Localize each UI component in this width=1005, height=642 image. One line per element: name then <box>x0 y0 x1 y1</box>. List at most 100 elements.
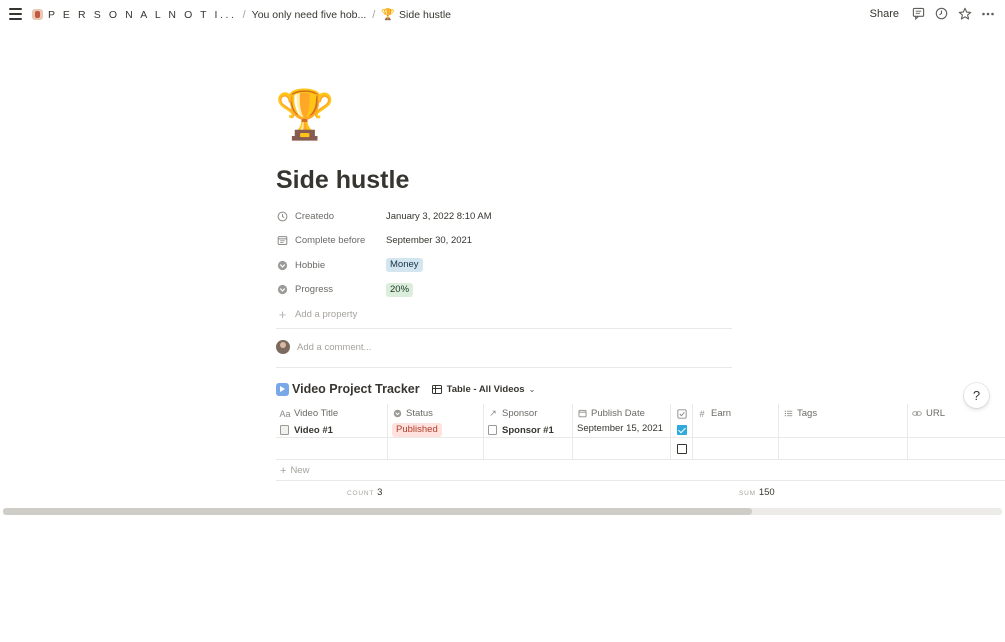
more-icon[interactable] <box>980 6 995 21</box>
property-progress[interactable]: Progress 20% <box>276 278 732 303</box>
top-actions: Share <box>870 6 995 21</box>
database-title[interactable]: Video Project Tracker <box>292 382 420 396</box>
cell-publish-date[interactable]: September 15, 2021 <box>577 423 663 437</box>
property-name-label: Createdo <box>295 210 335 222</box>
view-switcher[interactable]: Table - All Videos ⌄ <box>431 383 535 395</box>
page-icon <box>488 425 497 436</box>
count-calculation[interactable]: COUNT 3 <box>347 487 382 498</box>
breadcrumb-separator: / <box>372 8 376 21</box>
page-title[interactable]: Side hustle <box>276 166 409 195</box>
clock-icon <box>276 210 289 223</box>
table-icon <box>431 384 442 394</box>
number-icon: # <box>699 408 705 419</box>
breadcrumb-current[interactable]: 🏆 Side hustle <box>381 8 451 22</box>
trophy-icon: 🏆 <box>381 9 396 21</box>
comment-placeholder: Add a comment... <box>297 341 372 353</box>
column-label: URL <box>926 408 946 420</box>
horizontal-scrollbar[interactable] <box>3 508 1002 515</box>
share-button[interactable]: Share <box>870 8 899 20</box>
help-button[interactable]: ? <box>964 383 989 408</box>
column-label: Status <box>406 408 433 419</box>
column-video-title[interactable]: Aa Video Title Video #1 <box>276 404 388 437</box>
clock-icon[interactable] <box>934 6 949 21</box>
property-createdo[interactable]: Createdo January 3, 2022 8:10 AM <box>276 204 732 229</box>
cell-tags[interactable] <box>779 438 908 459</box>
breadcrumb-parent[interactable]: You only need five hob... <box>252 9 367 21</box>
relation-arrow-icon: ↗ <box>489 408 497 419</box>
divider <box>276 367 732 368</box>
property-tag[interactable]: Money <box>386 258 423 273</box>
menu-icon[interactable] <box>9 8 22 20</box>
column-header: Publish Date <box>577 404 645 423</box>
column-label: Tags <box>797 408 818 420</box>
cell-title[interactable] <box>276 438 388 459</box>
plus-icon: + <box>280 464 287 477</box>
row-checkbox[interactable] <box>676 425 687 436</box>
table-header-row: Aa Video Title Video #1 Status Published… <box>276 404 1005 438</box>
breadcrumb-workspace[interactable]: P E R S O N A L N O T I... <box>32 9 237 21</box>
cell-title[interactable]: Video #1 <box>280 423 333 437</box>
count-value: 3 <box>377 487 383 498</box>
page-icon <box>280 425 289 436</box>
comment-input[interactable]: Add a comment... <box>276 340 371 354</box>
select-icon <box>392 409 402 418</box>
property-complete-before[interactable]: Complete before September 30, 2021 <box>276 229 732 254</box>
property-value[interactable]: January 3, 2022 8:10 AM <box>386 211 492 222</box>
plus-icon: + <box>278 306 287 322</box>
column-url[interactable]: URL <box>908 404 1005 437</box>
column-header: Status <box>392 404 433 423</box>
sponsor-link: Sponsor #1 <box>502 424 554 436</box>
property-name: Complete before <box>276 234 386 247</box>
sum-calculation[interactable]: SUM 150 <box>739 487 775 498</box>
cell-url[interactable] <box>908 438 1005 459</box>
page-icon[interactable]: 🏆 <box>275 88 335 144</box>
link-icon <box>912 409 922 418</box>
video-icon <box>276 382 289 396</box>
new-row-button[interactable]: + New <box>276 461 1005 481</box>
comment-icon[interactable] <box>911 6 926 21</box>
cell-status[interactable] <box>388 438 484 459</box>
cell-sponsor[interactable] <box>484 438 573 459</box>
property-tag[interactable]: 20% <box>386 282 414 297</box>
column-header: Aa Video Title <box>279 404 339 423</box>
properties: Createdo January 3, 2022 8:10 AM Complet… <box>276 204 732 326</box>
add-property-button[interactable]: + Add a property <box>276 302 732 326</box>
column-sponsor[interactable]: ↗ Sponsor Sponsor #1 <box>484 404 573 437</box>
status-badge: Published <box>392 423 442 437</box>
column-status[interactable]: Status Published <box>388 404 484 437</box>
column-header: URL <box>912 404 945 423</box>
cell-checkbox[interactable] <box>676 423 687 437</box>
column-label: Sponsor <box>502 408 538 420</box>
property-value[interactable]: September 30, 2021 <box>386 235 472 246</box>
count-label: COUNT <box>347 490 375 497</box>
title-icon: Aa <box>279 408 291 419</box>
column-checkbox[interactable] <box>671 404 693 437</box>
row-checkbox[interactable] <box>676 443 687 454</box>
cell-sponsor[interactable]: Sponsor #1 <box>488 423 554 437</box>
column-earn[interactable]: # Earn <box>693 404 779 437</box>
column-tags[interactable]: Tags <box>779 404 908 437</box>
cell-earn[interactable] <box>693 438 779 459</box>
table-row[interactable] <box>276 438 1005 460</box>
view-label: Table - All Videos <box>446 383 525 395</box>
star-icon[interactable] <box>957 6 972 21</box>
scrollbar-thumb[interactable] <box>3 508 753 515</box>
cell-checkbox[interactable] <box>671 438 693 459</box>
column-header <box>676 404 687 423</box>
cell-status[interactable]: Published <box>392 423 442 437</box>
column-publish-date[interactable]: Publish Date September 15, 2021 <box>573 404 671 437</box>
calendar-icon <box>276 234 289 247</box>
sum-label: SUM <box>739 490 756 497</box>
database-table: Aa Video Title Video #1 Status Published… <box>276 404 1005 460</box>
breadcrumb-separator: / <box>242 8 246 21</box>
property-hobbie[interactable]: Hobbie Money <box>276 253 732 278</box>
calendar-icon <box>577 409 587 418</box>
cell-publish-date[interactable] <box>573 438 671 459</box>
database-header: Video Project Tracker Table - All Videos… <box>276 382 535 396</box>
breadcrumb-parent-label: You only need five hob... <box>251 8 367 21</box>
property-name: Createdo <box>276 210 386 223</box>
column-header: Tags <box>783 404 817 423</box>
column-header: ↗ Sponsor <box>488 404 537 423</box>
sum-value: 150 <box>758 487 775 498</box>
avatar <box>276 340 290 354</box>
